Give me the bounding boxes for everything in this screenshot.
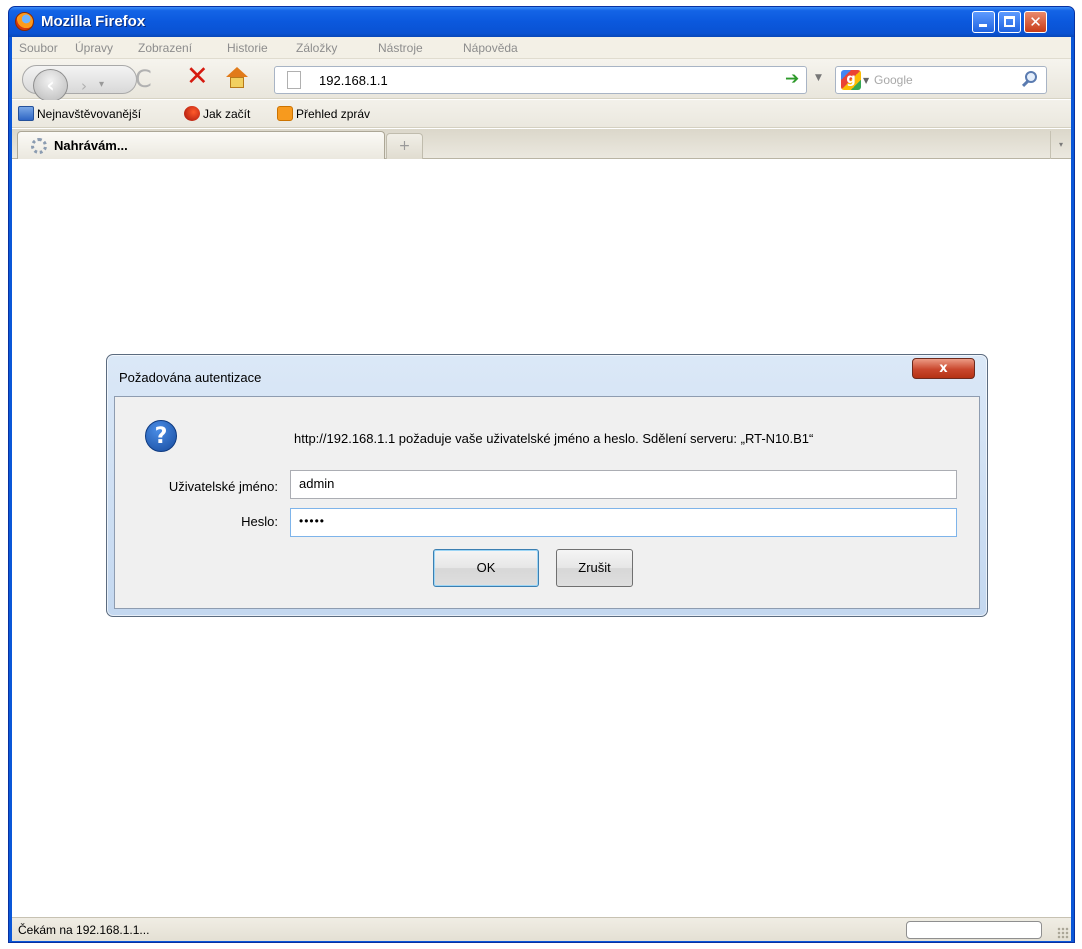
bookmark-news-feed[interactable]: Přehled zpráv xyxy=(277,106,370,121)
go-arrow-icon[interactable]: ➔ xyxy=(785,69,799,89)
bookmark-getting-started[interactable]: Jak začít xyxy=(184,106,250,121)
firefox-icon xyxy=(184,106,200,121)
url-input[interactable]: 192.168.1.1 xyxy=(319,73,388,88)
dialog-message: http://192.168.1.1 požaduje vaše uživate… xyxy=(294,431,814,446)
home-icon[interactable] xyxy=(225,67,249,89)
back-button[interactable]: ‹ xyxy=(33,69,68,102)
password-field[interactable]: ••••• xyxy=(290,508,957,537)
close-icon: ✕ xyxy=(1029,13,1042,31)
maximize-icon xyxy=(1004,16,1015,27)
bookmarks-toolbar: Nejnavštěvovanější Jak začít Přehled zpr… xyxy=(12,100,1071,128)
history-dropdown-icon[interactable]: ▾ xyxy=(99,79,104,90)
question-icon: ? xyxy=(145,420,177,452)
home-roof xyxy=(226,67,248,77)
username-label: Uživatelské jméno: xyxy=(168,479,278,494)
maximize-button[interactable] xyxy=(998,11,1021,33)
rss-icon xyxy=(277,106,293,121)
loading-spinner-icon xyxy=(31,138,47,154)
bookmark-most-visited[interactable]: Nejnavštěvovanější xyxy=(18,106,141,121)
dialog-body: ? http://192.168.1.1 požaduje vaše uživa… xyxy=(114,396,980,609)
menu-napoveda[interactable]: Nápověda xyxy=(463,41,518,55)
cancel-button[interactable]: Zrušit xyxy=(556,549,633,587)
tab-active[interactable]: Nahrávám... xyxy=(17,131,385,159)
url-bar[interactable]: 192.168.1.1 xyxy=(274,66,807,94)
menu-zobrazeni[interactable]: Zobrazení xyxy=(138,41,192,55)
menu-upravy[interactable]: Úpravy xyxy=(75,41,113,55)
status-bar: Čekám na 192.168.1.1... xyxy=(12,917,1071,941)
page-icon xyxy=(287,71,301,89)
status-text: Čekám na 192.168.1.1... xyxy=(18,923,150,937)
bookmark-label: Jak začít xyxy=(203,107,251,121)
ok-button[interactable]: OK xyxy=(433,549,539,587)
dialog-close-button[interactable]: x xyxy=(912,358,975,379)
menu-zalozky[interactable]: Záložky xyxy=(296,41,337,55)
window-title: Mozilla Firefox xyxy=(41,13,146,30)
search-handle xyxy=(1021,79,1030,88)
auth-dialog: Požadována autentizace x ? http://192.16… xyxy=(106,354,988,617)
menu-historie[interactable]: Historie xyxy=(227,41,268,55)
tab-bar: Nahrávám... + ▾ xyxy=(12,129,1071,159)
forward-button[interactable]: › xyxy=(71,75,97,98)
minimize-button[interactable] xyxy=(972,11,995,33)
menu-nastroje[interactable]: Nástroje xyxy=(378,41,423,55)
menu-soubor[interactable]: Soubor xyxy=(19,41,58,55)
navigation-toolbar: ‹ › ▾ C ✕ 192.168.1.1 ➔ ▼ g ▼ Google xyxy=(12,59,1071,102)
engine-dropdown-icon[interactable]: ▼ xyxy=(863,76,869,85)
menu-bar: Soubor Úpravy Zobrazení Historie Záložky… xyxy=(12,37,1071,59)
firefox-logo-icon xyxy=(15,12,34,31)
stop-icon[interactable]: ✕ xyxy=(186,63,209,91)
dialog-title: Požadována autentizace xyxy=(119,370,262,385)
new-tab-button[interactable]: + xyxy=(386,133,423,159)
tab-list-button[interactable]: ▾ xyxy=(1050,131,1071,159)
search-input[interactable]: Google xyxy=(874,73,913,87)
title-bar: Mozilla Firefox ✕ xyxy=(9,7,1074,37)
smart-bookmarks-icon xyxy=(18,106,34,121)
username-field[interactable]: admin xyxy=(290,470,957,499)
minimize-icon xyxy=(979,24,987,27)
search-icon[interactable] xyxy=(1020,70,1040,90)
close-window-button[interactable]: ✕ xyxy=(1024,11,1047,33)
resize-grip-icon[interactable] xyxy=(1057,927,1069,939)
bookmark-label: Přehled zpráv xyxy=(296,107,371,121)
back-forward-group: ‹ › ▾ xyxy=(22,65,137,102)
reload-icon[interactable]: C xyxy=(135,65,152,93)
password-label: Heslo: xyxy=(241,514,278,529)
status-progress-meter xyxy=(906,921,1042,939)
google-engine-icon[interactable]: g xyxy=(841,70,861,90)
tab-label: Nahrávám... xyxy=(54,138,128,153)
bookmark-label: Nejnavštěvovanější xyxy=(37,107,142,121)
home-body xyxy=(230,77,244,88)
search-bar[interactable]: g ▼ Google xyxy=(835,66,1047,94)
url-history-dropdown-icon[interactable]: ▼ xyxy=(815,73,822,83)
